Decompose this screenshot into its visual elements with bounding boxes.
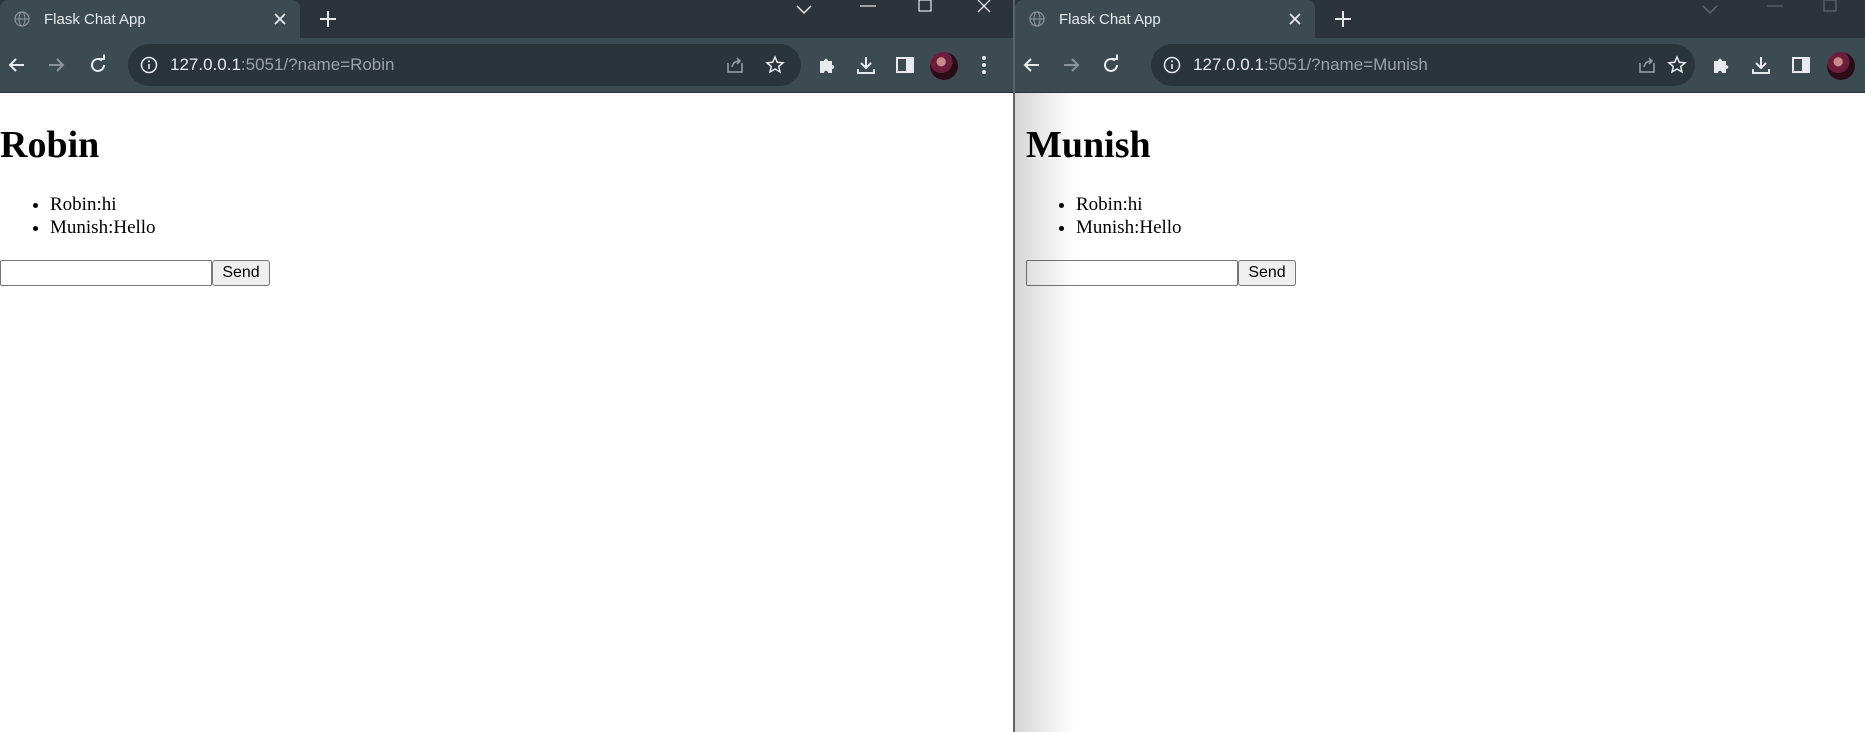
puzzle-icon [820, 58, 835, 73]
page-title: Robin [0, 124, 100, 166]
downloads-button[interactable] [1747, 51, 1775, 79]
plus-icon[interactable] [316, 7, 340, 31]
toolbar: 127.0.0.1:5051/?name=Robin [0, 38, 1013, 93]
tab-title: Flask Chat App [44, 10, 146, 28]
tab-strip: Flask Chat App [0, 0, 1013, 38]
info-icon[interactable] [140, 56, 158, 74]
browser-window-left: Flask Chat App 127.0.0.1:5051/?name=Robi… [0, 0, 1013, 732]
url-text: 127.0.0.1:5051/?name=Robin [170, 55, 395, 75]
minimize-icon[interactable] [858, 4, 878, 8]
arrow-right-icon [1064, 58, 1080, 72]
send-button[interactable]: Send [1238, 260, 1296, 286]
tab-strip: Flask Chat App [1015, 0, 1865, 38]
list-item: Munish:Hello [50, 216, 156, 239]
send-button[interactable]: Send [212, 260, 270, 286]
avatar[interactable] [1827, 52, 1855, 80]
maximize-icon[interactable] [1823, 0, 1837, 12]
reload-button[interactable] [1097, 51, 1125, 79]
download-icon [857, 57, 875, 74]
kebab-menu-icon [982, 56, 986, 74]
arrow-right-icon [49, 58, 65, 72]
globe-icon [14, 11, 30, 27]
url-path: :5051/?name=Munish [1263, 55, 1428, 74]
message-input[interactable] [0, 260, 212, 286]
toolbar: 127.0.0.1:5051/?name=Munish [1015, 38, 1865, 93]
page-content: Munish Robin:hi Munish:Hello Send [1015, 93, 1865, 732]
forward-button[interactable] [42, 51, 70, 79]
plus-icon[interactable] [1331, 7, 1355, 31]
side-panel-icon [1792, 57, 1810, 73]
extensions-button[interactable] [1707, 51, 1735, 79]
forward-button[interactable] [1057, 51, 1085, 79]
reload-icon [91, 54, 105, 72]
extensions-button[interactable] [813, 51, 841, 79]
downloads-button[interactable] [852, 51, 880, 79]
back-button[interactable] [1018, 51, 1046, 79]
share-icon[interactable] [1637, 55, 1657, 75]
side-panel-button[interactable] [891, 51, 919, 79]
message-list: Robin:hi Munish:Hello [50, 193, 156, 239]
url-host: 127.0.0.1 [1193, 55, 1264, 74]
arrow-left-icon [1023, 58, 1039, 72]
chevron-down-icon[interactable] [794, 4, 814, 16]
list-item: Robin:hi [50, 193, 156, 216]
message-list: Robin:hi Munish:Hello [1076, 193, 1182, 239]
address-bar[interactable]: 127.0.0.1:5051/?name=Robin [128, 44, 801, 86]
close-icon[interactable] [270, 9, 290, 29]
star-icon[interactable] [1667, 55, 1687, 75]
message-input[interactable] [1026, 260, 1238, 286]
maximize-icon[interactable] [918, 0, 932, 12]
minimize-icon[interactable] [1765, 4, 1785, 8]
tab-flask-chat-app[interactable]: Flask Chat App [1015, 0, 1315, 38]
info-icon[interactable] [1163, 56, 1181, 74]
avatar[interactable] [930, 52, 958, 80]
menu-button[interactable] [970, 51, 998, 79]
arrow-left-icon [8, 58, 24, 72]
url-text: 127.0.0.1:5051/?name=Munish [1193, 55, 1428, 75]
url-path: :5051/?name=Robin [240, 55, 395, 74]
reload-icon [1104, 54, 1118, 72]
page-content: Robin Robin:hi Munish:Hello Send [0, 93, 1013, 732]
tab-flask-chat-app[interactable]: Flask Chat App [0, 0, 300, 38]
address-bar[interactable]: 127.0.0.1:5051/?name=Munish [1151, 44, 1695, 86]
close-icon[interactable] [1285, 9, 1305, 29]
share-icon[interactable] [725, 55, 745, 75]
reload-button[interactable] [84, 51, 112, 79]
list-item: Robin:hi [1076, 193, 1182, 216]
side-panel-icon [896, 57, 914, 73]
side-panel-button[interactable] [1787, 51, 1815, 79]
star-icon[interactable] [765, 55, 785, 75]
close-window-icon[interactable] [976, 0, 992, 14]
list-item: Munish:Hello [1076, 216, 1182, 239]
puzzle-icon [1714, 58, 1729, 73]
tab-title: Flask Chat App [1059, 10, 1161, 28]
browser-window-right: Flask Chat App 127.0.0.1:5051/?name=Muni… [1013, 0, 1865, 732]
back-button[interactable] [3, 51, 31, 79]
chevron-down-icon[interactable] [1700, 4, 1720, 16]
page-title: Munish [1026, 124, 1151, 166]
globe-icon [1029, 11, 1045, 27]
download-icon [1752, 57, 1770, 74]
url-host: 127.0.0.1 [170, 55, 241, 74]
